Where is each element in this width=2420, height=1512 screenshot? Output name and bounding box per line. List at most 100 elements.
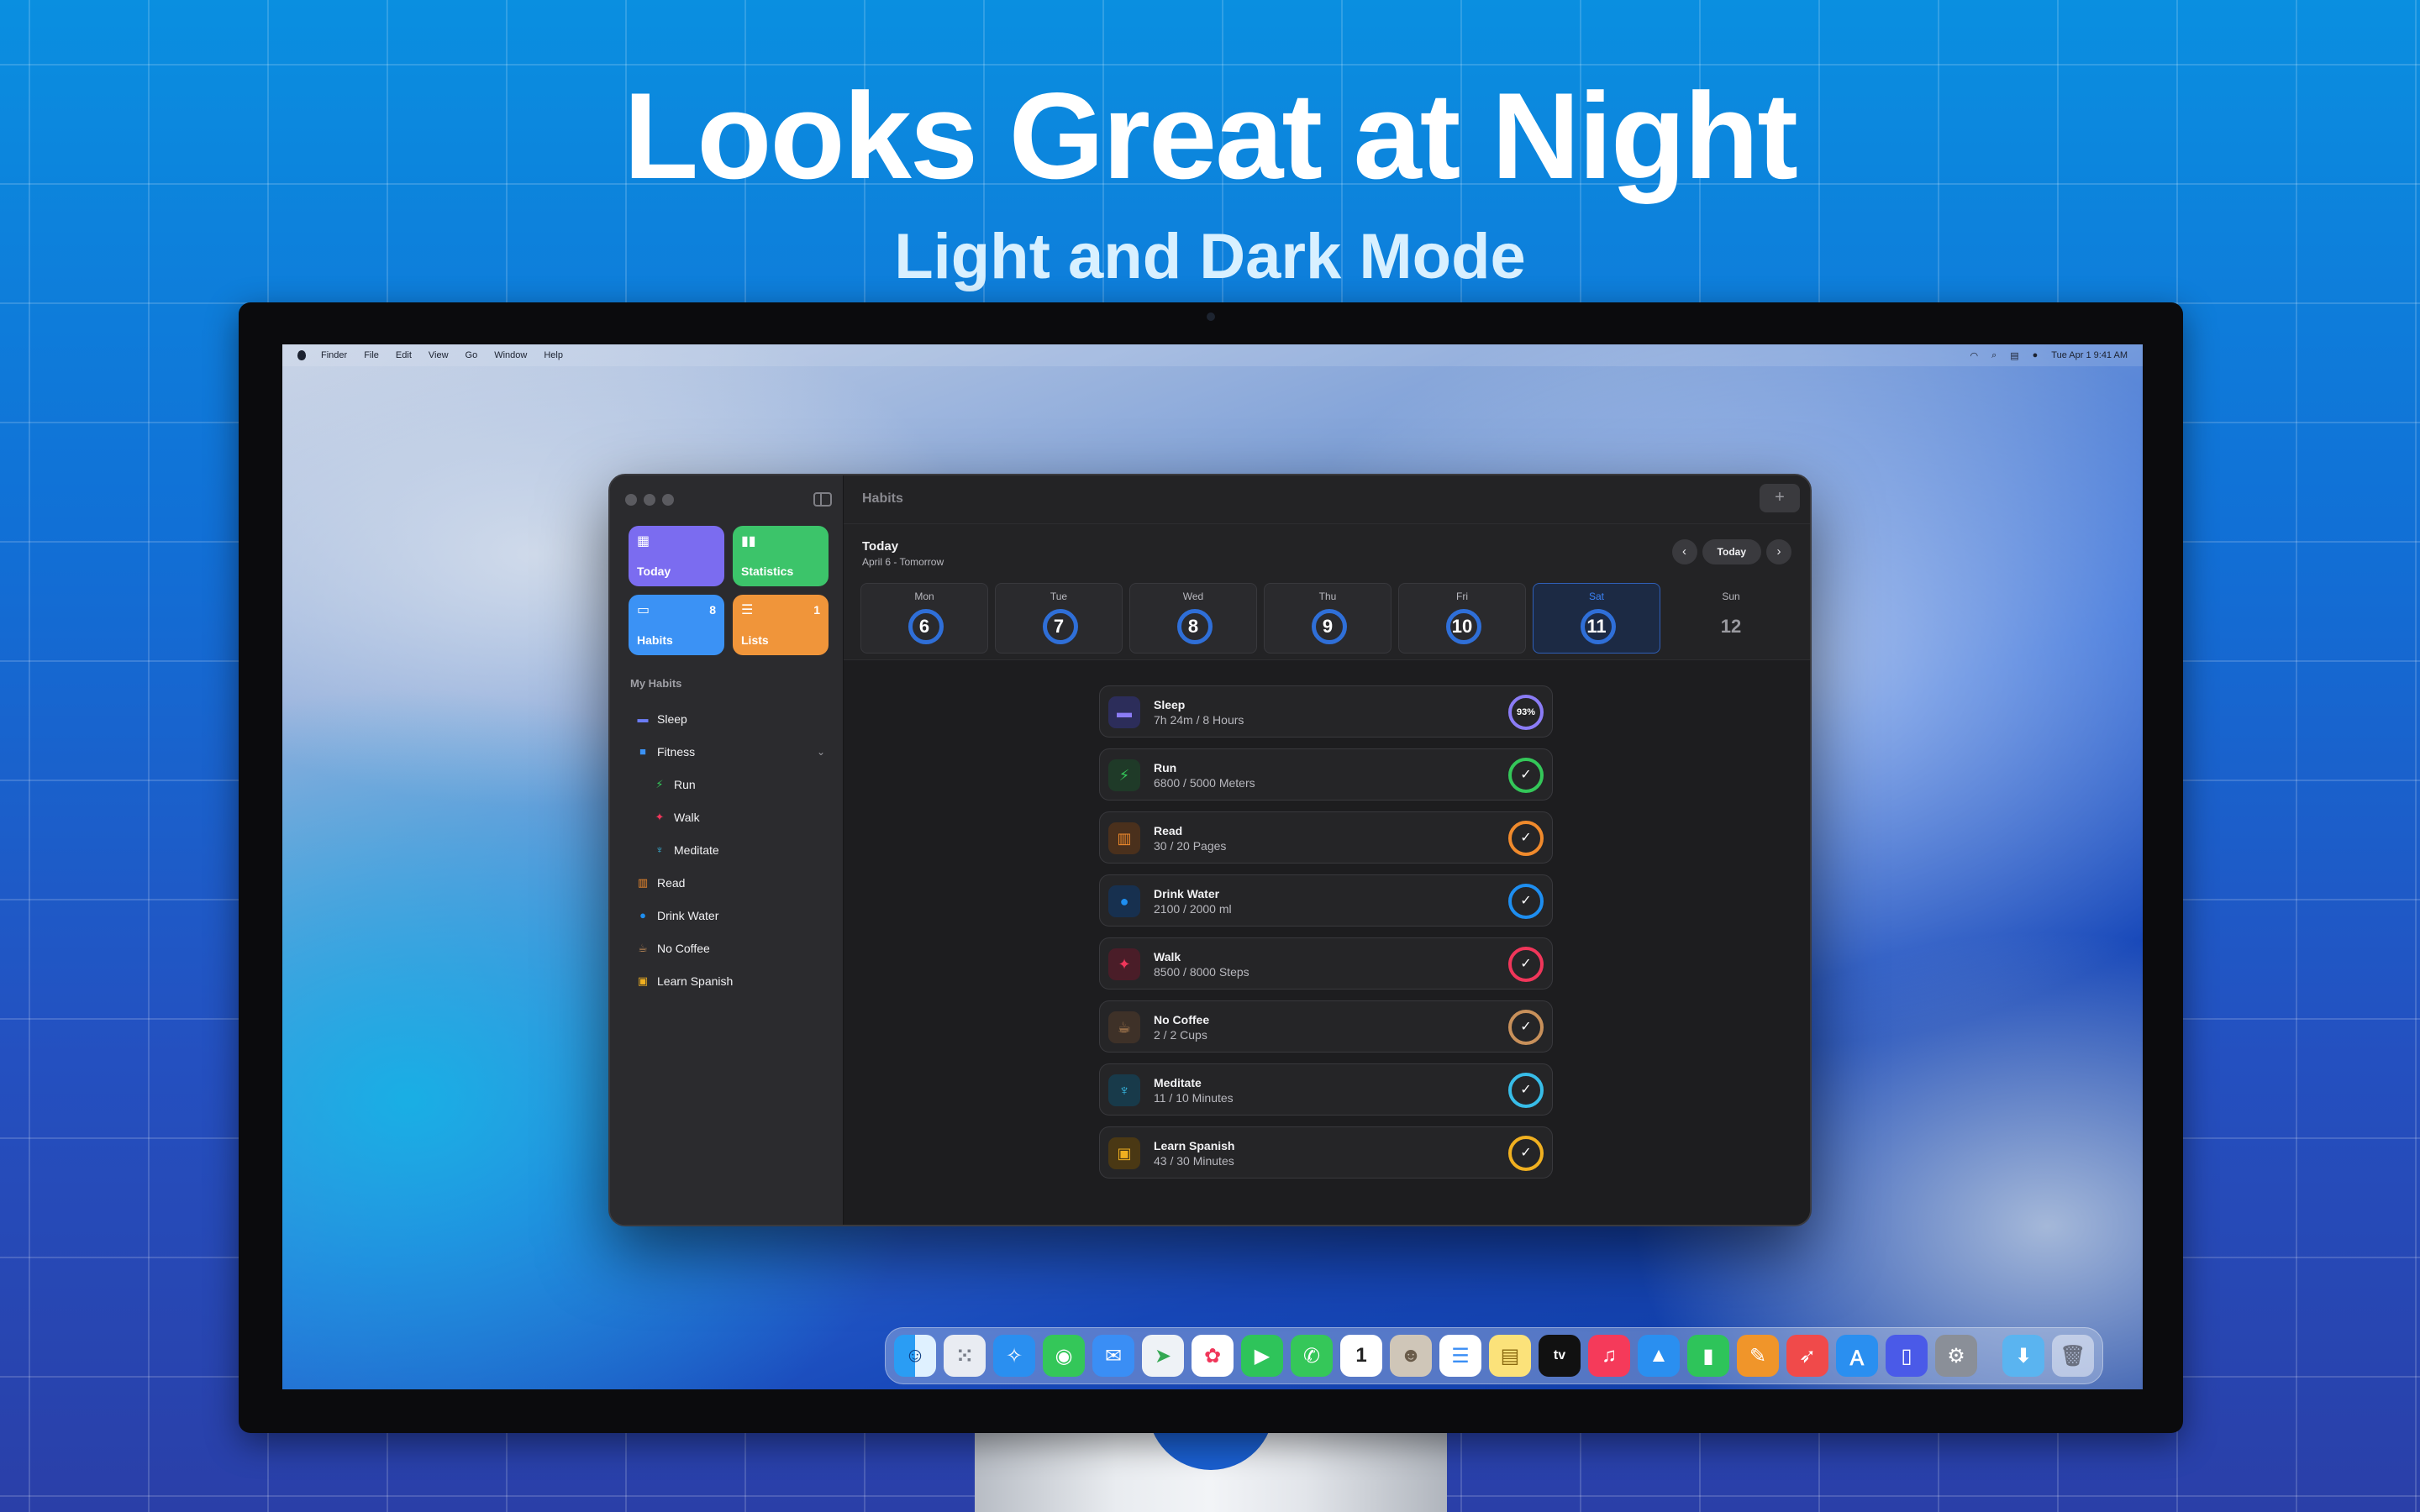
day-mon[interactable]: Mon 6 <box>860 583 988 654</box>
search-icon[interactable]: ⌕ <box>1991 350 1996 361</box>
menu-finder[interactable]: Finder <box>321 350 347 360</box>
sidebar-item-drink-water[interactable]: ● Drink Water <box>610 899 844 932</box>
habit-name: Walk <box>1154 950 1181 963</box>
sidebar-toggle-icon[interactable] <box>813 492 832 507</box>
menu-edit[interactable]: Edit <box>396 350 412 360</box>
menu-help[interactable]: Help <box>544 350 563 360</box>
day-tue[interactable]: Tue 7 <box>995 583 1123 654</box>
rocket-app-icon[interactable]: ➶ <box>1786 1335 1828 1377</box>
check-icon[interactable]: ✓ <box>1508 1136 1544 1171</box>
habit-progress: 7h 24m / 8 Hours <box>1154 713 1244 727</box>
day-thu[interactable]: Thu 9 <box>1264 583 1392 654</box>
launchpad-icon[interactable]: ⁙ <box>944 1335 986 1377</box>
habit-row-drink-water[interactable]: ● Drink Water 2100 / 2000 ml ✓ <box>1099 874 1553 927</box>
bed-icon: ▬ <box>637 712 649 725</box>
day-number: 12 <box>1720 616 1742 637</box>
chevron-right-icon[interactable]: › <box>1766 539 1791 564</box>
contacts-icon[interactable]: ☻ <box>1390 1335 1432 1377</box>
photos-icon[interactable]: ✿ <box>1192 1335 1234 1377</box>
menu-go[interactable]: Go <box>466 350 478 360</box>
habit-progress: 43 / 30 Minutes <box>1154 1154 1234 1168</box>
messages-icon[interactable]: ◉ <box>1043 1335 1085 1377</box>
sidebar-item-fitness[interactable]: ■ Fitness ⌄ <box>610 735 844 768</box>
day-fri[interactable]: Fri 10 <box>1398 583 1526 654</box>
calendar-icon[interactable]: 1 <box>1340 1335 1382 1377</box>
habit-progress: 2100 / 2000 ml <box>1154 902 1232 916</box>
sidebar-item-sleep[interactable]: ▬ Sleep <box>610 702 844 735</box>
maps-icon[interactable]: ➤ <box>1142 1335 1184 1377</box>
menu-file[interactable]: File <box>364 350 379 360</box>
safari-icon[interactable]: ✧ <box>993 1335 1035 1377</box>
check-icon[interactable]: ✓ <box>1508 821 1544 856</box>
tile-today[interactable]: ▦ Today <box>629 526 724 586</box>
zoom-button[interactable] <box>662 494 674 506</box>
check-icon[interactable]: ✓ <box>1508 758 1544 793</box>
menu-view[interactable]: View <box>429 350 449 360</box>
chevron-left-icon[interactable]: ‹ <box>1671 539 1697 564</box>
habit-progress-ring[interactable]: 93% <box>1508 695 1544 730</box>
meditate-icon: ♆ <box>1108 1074 1140 1106</box>
sidebar-item-learn-spanish[interactable]: ▣ Learn Spanish <box>610 964 844 997</box>
day-name: Sun <box>1722 591 1740 602</box>
add-button[interactable]: + <box>1760 484 1800 512</box>
date-subtitle: April 6 - Tomorrow <box>862 556 944 568</box>
habit-row-read[interactable]: ▥ Read 30 / 20 Pages ✓ <box>1099 811 1553 864</box>
day-sat-selected[interactable]: Sat 11 <box>1533 583 1660 654</box>
tile-statistics[interactable]: ▮▮ Statistics <box>733 526 829 586</box>
system-settings-icon[interactable]: ⚙ <box>1935 1335 1977 1377</box>
sidebar-item-no-coffee[interactable]: ☕ No Coffee <box>610 932 844 964</box>
apple-icon[interactable] <box>297 350 306 360</box>
downloads-folder-icon[interactable]: ⬇ <box>2002 1335 2044 1377</box>
tile-lists[interactable]: ☰ 1 Lists <box>733 595 829 655</box>
day-name: Mon <box>914 591 934 602</box>
habit-row-walk[interactable]: ✦ Walk 8500 / 8000 Steps ✓ <box>1099 937 1553 990</box>
check-icon[interactable]: ✓ <box>1508 947 1544 982</box>
tv-icon[interactable]: tv <box>1539 1335 1581 1377</box>
phone-icon[interactable]: ✆ <box>1291 1335 1333 1377</box>
today-button[interactable]: Today <box>1702 539 1761 564</box>
day-wed[interactable]: Wed 8 <box>1129 583 1257 654</box>
numbers-icon[interactable]: ▮ <box>1687 1335 1729 1377</box>
chevron-down-icon[interactable]: ⌄ <box>817 746 825 758</box>
check-icon[interactable]: ✓ <box>1508 1073 1544 1108</box>
facetime-icon[interactable]: ▶ <box>1241 1335 1283 1377</box>
finder-icon[interactable]: ☺ <box>894 1335 936 1377</box>
reminders-icon[interactable]: ☰ <box>1439 1335 1481 1377</box>
sidebar-item-walk[interactable]: ✦ Walk <box>610 801 844 833</box>
music-icon[interactable]: ♫ <box>1588 1335 1630 1377</box>
sidebar-item-meditate[interactable]: ♆ Meditate <box>610 833 844 866</box>
habit-row-run[interactable]: ⚡ Run 6800 / 5000 Meters ✓ <box>1099 748 1553 801</box>
habit-row-meditate[interactable]: ♆ Meditate 11 / 10 Minutes ✓ <box>1099 1063 1553 1116</box>
pages-icon[interactable]: ✎ <box>1737 1335 1779 1377</box>
check-icon[interactable]: ✓ <box>1508 1010 1544 1045</box>
keynote-icon[interactable]: ▲ <box>1638 1335 1680 1377</box>
control-center-icon[interactable]: ▤ <box>2010 350 2018 361</box>
walker-icon: ✦ <box>1108 948 1140 980</box>
folder-icon: ■ <box>639 745 646 758</box>
check-icon[interactable]: ✓ <box>1508 884 1544 919</box>
mail-icon[interactable]: ✉ <box>1092 1335 1134 1377</box>
habit-row-learn-spanish[interactable]: ▣ Learn Spanish 43 / 30 Minutes ✓ <box>1099 1126 1553 1179</box>
tile-label: Lists <box>741 633 769 647</box>
iphone-mirroring-icon[interactable]: ▯ <box>1886 1335 1928 1377</box>
wifi-icon[interactable]: ◠ <box>1970 350 1978 361</box>
app-store-icon[interactable]: Ａ <box>1836 1335 1878 1377</box>
tile-habits[interactable]: ▭ 8 Habits <box>629 595 724 655</box>
day-sun[interactable]: Sun 12 <box>1667 583 1795 654</box>
day-name: Wed <box>1182 591 1204 602</box>
sidebar-item-read[interactable]: ▥ Read <box>610 866 844 899</box>
minimize-button[interactable] <box>644 494 655 506</box>
tile-count: 8 <box>709 603 716 617</box>
siri-icon[interactable]: ● <box>2033 350 2039 360</box>
close-button[interactable] <box>625 494 637 506</box>
trash-icon[interactable]: 🗑 <box>2052 1335 2094 1377</box>
notes-icon[interactable]: ▤ <box>1489 1335 1531 1377</box>
habit-progress: 6800 / 5000 Meters <box>1154 776 1255 790</box>
sidebar: ▦ Today ▮▮ Statistics ▭ 8 Habits ☰ 1 Lis… <box>610 475 844 1225</box>
day-number: 8 <box>1187 616 1199 637</box>
menu-window[interactable]: Window <box>494 350 527 360</box>
habit-row-no-coffee[interactable]: ☕ No Coffee 2 / 2 Cups ✓ <box>1099 1000 1553 1053</box>
menubar-clock[interactable]: Tue Apr 1 9:41 AM <box>2051 350 2128 360</box>
habit-row-sleep[interactable]: ▬ Sleep 7h 24m / 8 Hours 93% <box>1099 685 1553 738</box>
sidebar-item-run[interactable]: ⚡ Run <box>610 768 844 801</box>
